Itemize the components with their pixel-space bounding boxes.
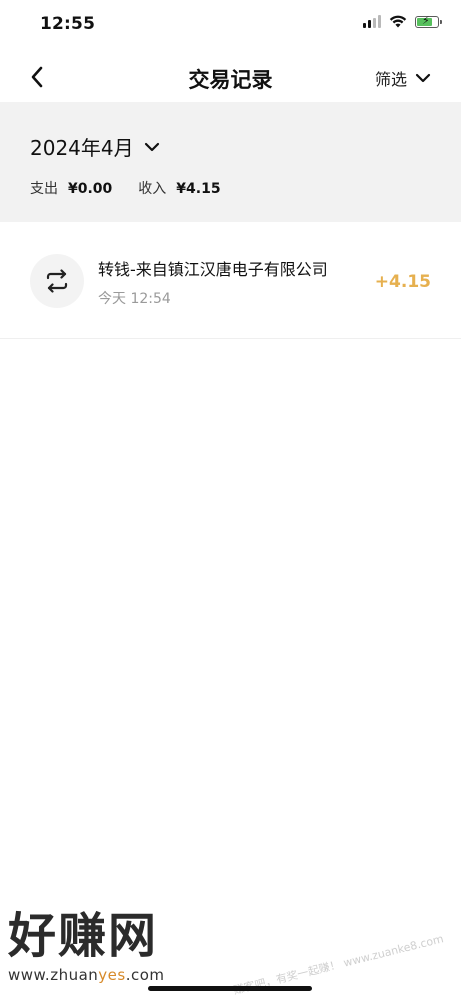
battery-charging-icon: ⚡: [415, 15, 442, 28]
chevron-down-icon: [415, 73, 431, 83]
watermark-brand: 好赚网: [8, 908, 159, 964]
month-label: 2024年4月: [30, 136, 134, 160]
signal-icon: [363, 15, 381, 28]
watermark: 好赚网 www.zhuanyes.com: [8, 912, 198, 984]
home-indicator[interactable]: [148, 986, 312, 991]
transaction-title: 转钱-来自镇江汉唐电子有限公司: [98, 260, 328, 279]
transaction-time: 今天 12:54: [98, 291, 171, 307]
chevron-down-icon: [144, 142, 159, 151]
status-bar: 12:55 ⚡: [0, 0, 461, 52]
month-selector[interactable]: 2024年4月: [30, 132, 160, 161]
watermark-url: www.zhuanyes.com: [8, 966, 165, 984]
monthly-summary: 2024年4月 支出 ¥0.00 收入 ¥4.15: [0, 102, 461, 222]
transaction-amount: +4.15: [374, 272, 431, 292]
transaction-list: 转钱-来自镇江汉唐电子有限公司 今天 12:54 +4.15: [0, 222, 461, 339]
filter-label: 筛选: [374, 70, 407, 89]
wifi-icon: [389, 15, 407, 28]
totals-row: 支出 ¥0.00 收入 ¥4.15: [30, 178, 247, 198]
status-icons: ⚡: [363, 15, 442, 28]
expense-amount: ¥0.00: [68, 181, 113, 197]
income-amount: ¥4.15: [176, 181, 221, 197]
expense-label: 支出: [30, 181, 58, 197]
filter-button[interactable]: 筛选: [375, 66, 431, 90]
income-label: 收入: [138, 181, 167, 197]
transfer-icon: [30, 254, 84, 308]
status-time: 12:55: [40, 14, 96, 34]
transaction-row[interactable]: 转钱-来自镇江汉唐电子有限公司 今天 12:54 +4.15: [0, 222, 461, 339]
navigation-bar: 交易记录 筛选: [0, 52, 461, 102]
